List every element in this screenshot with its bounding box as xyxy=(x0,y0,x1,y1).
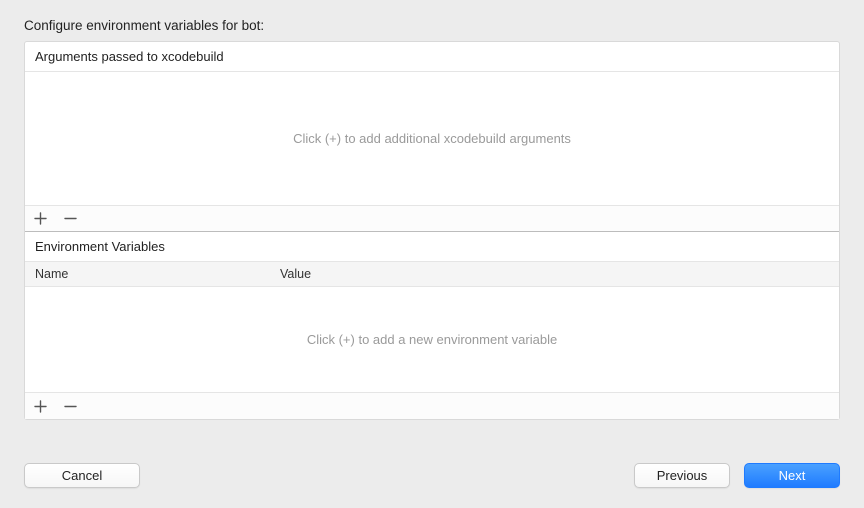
minus-icon xyxy=(64,212,77,225)
next-button[interactable]: Next xyxy=(744,463,840,488)
page-title: Configure environment variables for bot: xyxy=(24,18,840,33)
env-list-area[interactable]: Click (+) to add a new environment varia… xyxy=(25,287,839,393)
cancel-button[interactable]: Cancel xyxy=(24,463,140,488)
env-vars-header: Environment Variables xyxy=(25,232,839,262)
env-table-header: Name Value xyxy=(25,262,839,287)
column-value[interactable]: Value xyxy=(280,267,829,281)
footer: Cancel Previous Next xyxy=(24,463,840,488)
minus-icon xyxy=(64,400,77,413)
previous-button[interactable]: Previous xyxy=(634,463,730,488)
column-name[interactable]: Name xyxy=(35,267,280,281)
remove-env-var-button[interactable] xyxy=(61,397,79,415)
arguments-placeholder: Click (+) to add additional xcodebuild a… xyxy=(293,131,571,146)
arguments-list-area[interactable]: Click (+) to add additional xcodebuild a… xyxy=(25,72,839,206)
arguments-header: Arguments passed to xcodebuild xyxy=(25,42,839,72)
env-toolbar xyxy=(25,393,839,419)
plus-icon xyxy=(34,212,47,225)
add-argument-button[interactable] xyxy=(31,210,49,228)
env-placeholder: Click (+) to add a new environment varia… xyxy=(307,332,557,347)
config-panel: Arguments passed to xcodebuild Click (+)… xyxy=(24,41,840,420)
plus-icon xyxy=(34,400,47,413)
add-env-var-button[interactable] xyxy=(31,397,49,415)
remove-argument-button[interactable] xyxy=(61,210,79,228)
arguments-toolbar xyxy=(25,206,839,232)
